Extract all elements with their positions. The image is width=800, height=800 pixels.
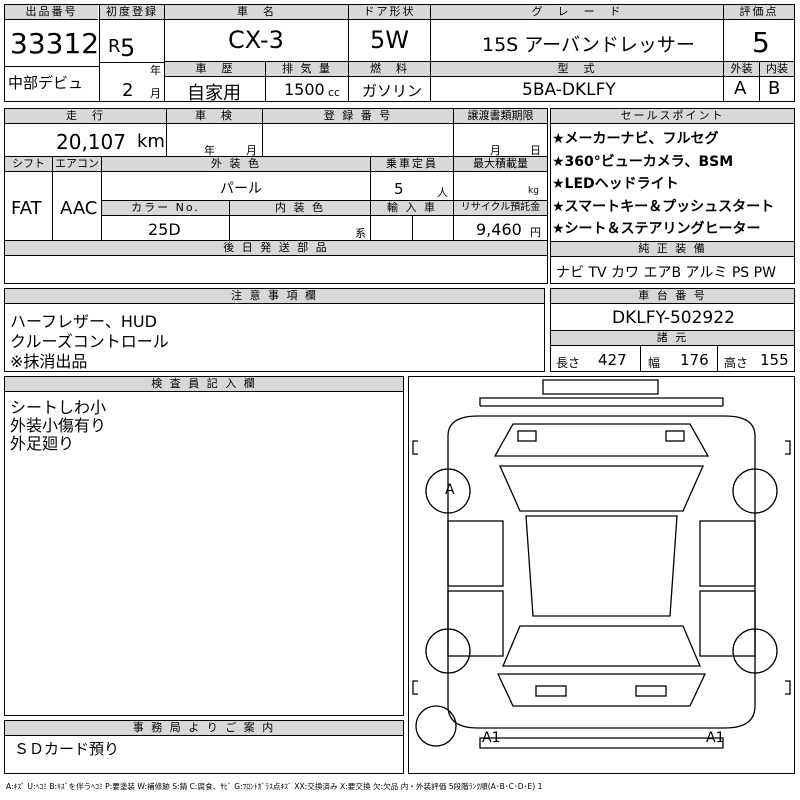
damage-mark-a: A: [445, 482, 455, 498]
displacement-label: 排 気 量: [266, 62, 348, 77]
ext-label: 外装: [724, 62, 759, 77]
office-label: 事 務 局 よ り ご 案 内: [5, 721, 403, 736]
seats: 5: [394, 180, 404, 198]
sales-point: ★LEDヘッドライト: [552, 176, 679, 192]
inspector-line: 外足廻り: [10, 434, 75, 453]
inspector-label: 検 査 員 記 入 欄: [5, 377, 403, 392]
mileage: 20,107: [56, 130, 126, 154]
seats-unit: 人: [437, 186, 448, 199]
name-label: 車 名: [165, 5, 348, 20]
plate-label: 登 録 番 号: [263, 109, 453, 124]
color-no-label: カラー No.: [102, 201, 229, 216]
sales-point: ★360°ビューカメラ、BSM: [552, 154, 734, 170]
chassis-label: 車 台 番 号: [551, 289, 794, 304]
score-label: 評価点: [724, 5, 794, 20]
color: パール: [220, 181, 262, 197]
score: 5: [752, 26, 770, 59]
color-no: 25D: [148, 220, 181, 239]
grade-label: グ レ ー ド: [431, 5, 723, 20]
lot-number: 33312: [10, 27, 100, 60]
legend: A:ｷｽﾞ U:ﾍｺﾐ B:ｷｽﾞを伴うﾍｺﾐ P:要塗装 W:補修跡 S:錆 …: [6, 782, 543, 791]
seats-label: 乗車定員: [371, 157, 453, 172]
note-line: ※抹消出品: [10, 352, 88, 371]
year-unit: 年: [150, 64, 161, 77]
grade: 15S アーバンドレッサー: [482, 34, 695, 56]
length: 427: [598, 351, 627, 369]
int-color-label: 内 装 色: [230, 201, 370, 216]
ac: AAC: [60, 198, 98, 219]
recycle-label: リサイクル預託金: [454, 201, 547, 216]
int-color-unit: 系: [355, 227, 366, 240]
month-unit: 月: [150, 87, 161, 100]
sales-point: ★メーカーナビ、フルセグ: [552, 131, 719, 147]
reg-era: R: [108, 36, 121, 57]
fuel: ガソリン: [362, 82, 423, 100]
shift-label: シフト: [5, 157, 52, 172]
reg-label: 初度登録: [100, 5, 164, 20]
import-label: 輸 入 車: [371, 201, 453, 216]
inspection-label: 車 検: [167, 109, 262, 124]
recycle: 9,460: [476, 220, 522, 239]
model: 5BA-DKLFY: [522, 80, 616, 100]
venue: 中部デビュ: [8, 74, 84, 92]
length-label: 長さ: [556, 356, 581, 370]
int-grade: B: [768, 78, 781, 99]
damage-mark-a1-right: A1: [706, 730, 725, 746]
color-label: 外 装 色: [102, 157, 370, 172]
equipment-label: 純 正 装 備: [551, 242, 794, 257]
shift: FAT: [11, 198, 42, 219]
car-name: CX-3: [228, 26, 284, 54]
model-label: 型 式: [431, 62, 723, 77]
load-label: 最大積載量: [454, 157, 547, 172]
width-label: 幅: [648, 356, 661, 370]
transfer-label: 譲渡書類期限: [454, 109, 547, 124]
reg-month: 2: [122, 80, 134, 101]
history: 自家用: [187, 83, 241, 104]
fuel-label: 燃 料: [349, 62, 430, 77]
chassis-number: DKLFY-502922: [612, 308, 735, 328]
displacement: 1500: [284, 80, 325, 99]
sales-point: ★スマートキー＆プッシュスタート: [552, 199, 775, 215]
mileage-label: 走 行: [5, 109, 166, 124]
recycle-unit: 円: [530, 226, 541, 239]
height: 155: [760, 351, 789, 369]
sales-label: セールスポイント: [551, 109, 794, 124]
notes-label: 注 意 事 項 欄: [5, 289, 544, 304]
equipment-items: ナビ TV カワ エアB アルミ PS PW: [556, 265, 776, 281]
history-label: 車 歴: [165, 62, 265, 77]
reg-year: 5: [120, 34, 136, 62]
door-type: 5W: [370, 26, 409, 54]
int-label: 内装: [760, 62, 794, 77]
dims-label: 諸 元: [551, 330, 794, 346]
door-label: ドア形状: [349, 5, 430, 20]
damage-mark-a1-left: A1: [482, 730, 501, 746]
load-unit: kg: [528, 186, 539, 196]
displacement-unit: cc: [328, 86, 341, 99]
car-diagram: [412, 379, 791, 749]
office-text: ＳＤカード預り: [14, 740, 120, 758]
lot-label: 出品番号: [5, 5, 98, 20]
width: 176: [680, 351, 709, 369]
mileage-unit: km: [137, 131, 165, 152]
ext-grade: A: [734, 78, 747, 99]
ac-label: エアコン: [53, 157, 101, 172]
sales-point: ★シート＆ステアリングヒーター: [552, 221, 761, 237]
later-parts-label: 後 日 発 送 部 品: [5, 241, 547, 256]
height-label: 高さ: [724, 356, 749, 370]
